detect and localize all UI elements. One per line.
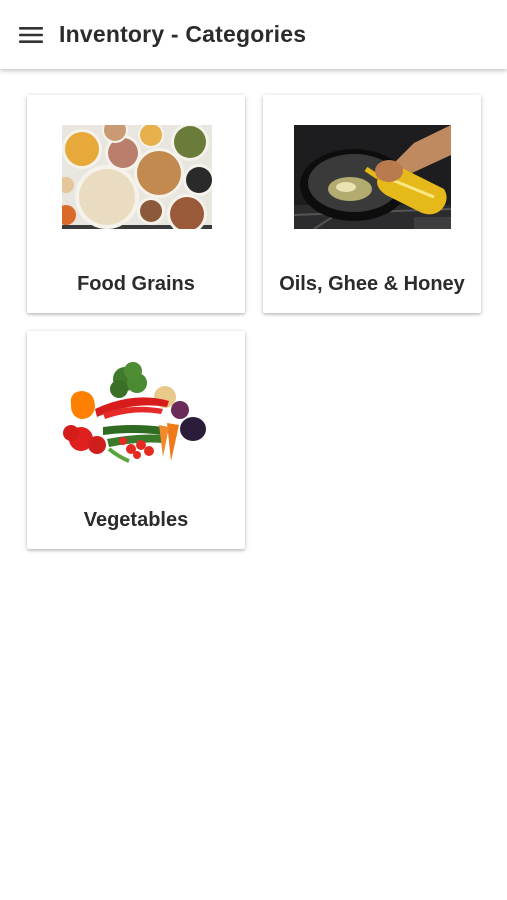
food-grains-image [62,125,212,229]
oil-pan-image [294,125,451,229]
category-card-oils-ghee-honey[interactable]: Oils, Ghee & Honey [263,95,481,313]
category-label: Food Grains [77,273,195,295]
hamburger-menu-icon [19,26,43,43]
category-label: Vegetables [83,509,189,531]
category-label: Oils, Ghee & Honey [279,273,465,295]
vegetables-image [63,361,211,465]
page-title: Inventory - Categories [59,21,307,47]
category-card-vegetables[interactable]: Vegetables [27,331,245,549]
category-card-food-grains[interactable]: Food Grains [27,95,245,313]
menu-button[interactable] [16,20,46,50]
app-bar: Inventory - Categories [0,0,507,69]
